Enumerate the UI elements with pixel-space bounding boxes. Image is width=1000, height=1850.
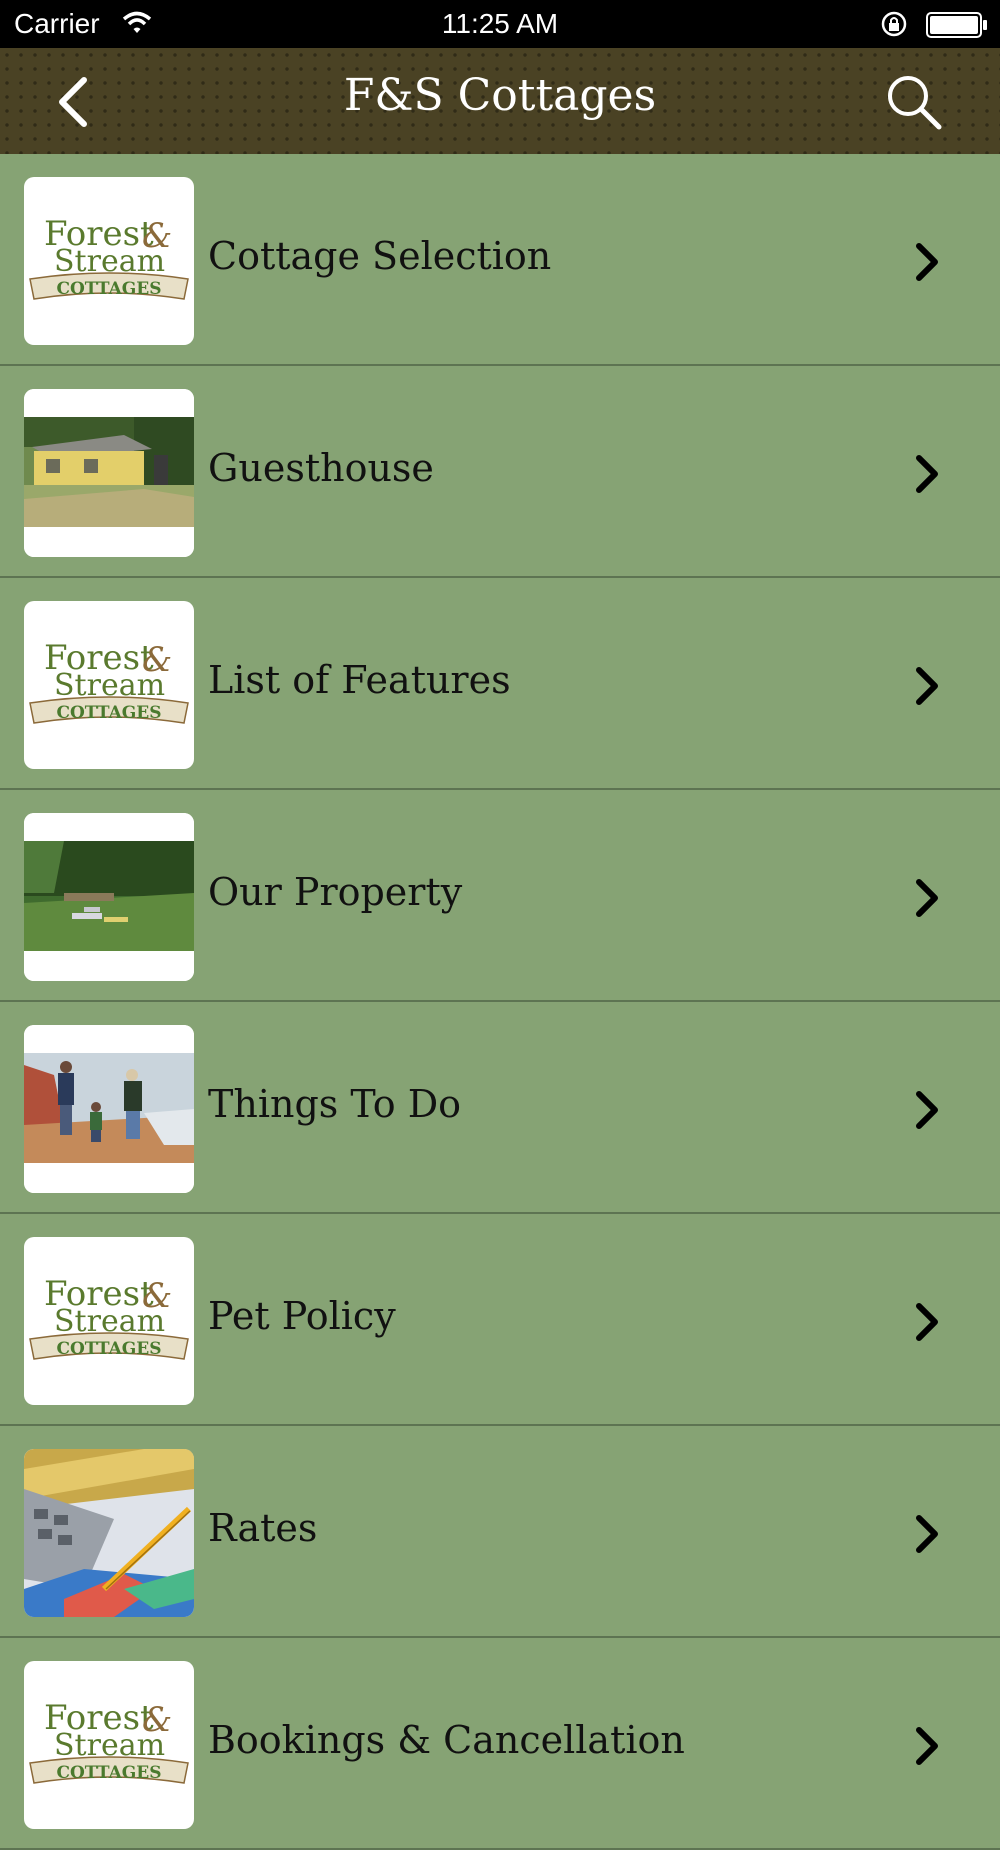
list-item-list-of-features[interactable]: Forest & Stream COTTAGES List of Feature… [0,578,1000,790]
item-label: Pet Policy [208,1294,396,1338]
battery-icon [926,12,988,45]
svg-text:COTTAGES: COTTAGES [56,703,161,723]
status-bar: Carrier 11:25 AM [0,0,1000,48]
list-item-things-to-do[interactable]: Things To Do [0,1002,1000,1214]
item-label: Guesthouse [208,446,434,490]
list-item-rates[interactable]: Rates [0,1426,1000,1638]
guesthouse-photo [24,389,194,557]
list-item-bookings-cancellation[interactable]: Forest & Stream COTTAGES Bookings & Canc… [0,1638,1000,1850]
chevron-right-icon [916,1091,938,1129]
item-label: Cottage Selection [208,234,552,278]
item-label: List of Features [208,658,511,702]
item-label: Rates [208,1506,318,1550]
chevron-right-icon [916,1727,938,1765]
logo-thumbnail: Forest & Stream COTTAGES [24,601,194,769]
calculator-photo [24,1449,194,1617]
item-label: Things To Do [208,1082,462,1126]
search-button[interactable] [884,72,944,132]
logo-thumbnail: Forest & Stream COTTAGES [24,1237,194,1405]
svg-text:COTTAGES: COTTAGES [56,1339,161,1359]
logo-thumbnail: Forest & Stream COTTAGES [24,177,194,345]
menu-list: Forest & Stream COTTAGES Cottage Selecti… [0,154,1000,1850]
clock: 11:25 AM [441,8,559,39]
chevron-right-icon [916,455,938,493]
svg-text:COTTAGES: COTTAGES [56,1763,161,1783]
page-title: F&S Cottages [343,70,657,121]
search-icon [888,76,942,130]
chevron-right-icon [916,879,938,917]
navigation-bar: F&S Cottages [0,48,1000,154]
chevron-right-icon [916,1515,938,1553]
list-item-pet-policy[interactable]: Forest & Stream COTTAGES Pet Policy [0,1214,1000,1426]
chevron-right-icon [916,667,938,705]
chevron-right-icon [916,1303,938,1341]
chevron-right-icon [916,243,938,281]
item-label: Bookings & Cancellation [208,1718,685,1762]
list-item-guesthouse[interactable]: Guesthouse [0,366,1000,578]
forest-stream-logo: Forest & Stream COTTAGES [29,1698,189,1784]
forest-stream-logo: Forest & Stream COTTAGES [29,214,189,300]
forest-stream-logo: Forest & Stream COTTAGES [29,1274,189,1360]
list-item-cottage-selection[interactable]: Forest & Stream COTTAGES Cottage Selecti… [0,154,1000,366]
forest-stream-logo: Forest & Stream COTTAGES [29,638,189,724]
logo-thumbnail: Forest & Stream COTTAGES [24,1661,194,1829]
item-label: Our Property [208,870,463,914]
list-item-our-property[interactable]: Our Property [0,790,1000,1002]
property-photo [24,813,194,981]
beach-photo [24,1025,194,1193]
rotation-lock-icon [880,10,908,45]
svg-text:COTTAGES: COTTAGES [56,279,161,299]
